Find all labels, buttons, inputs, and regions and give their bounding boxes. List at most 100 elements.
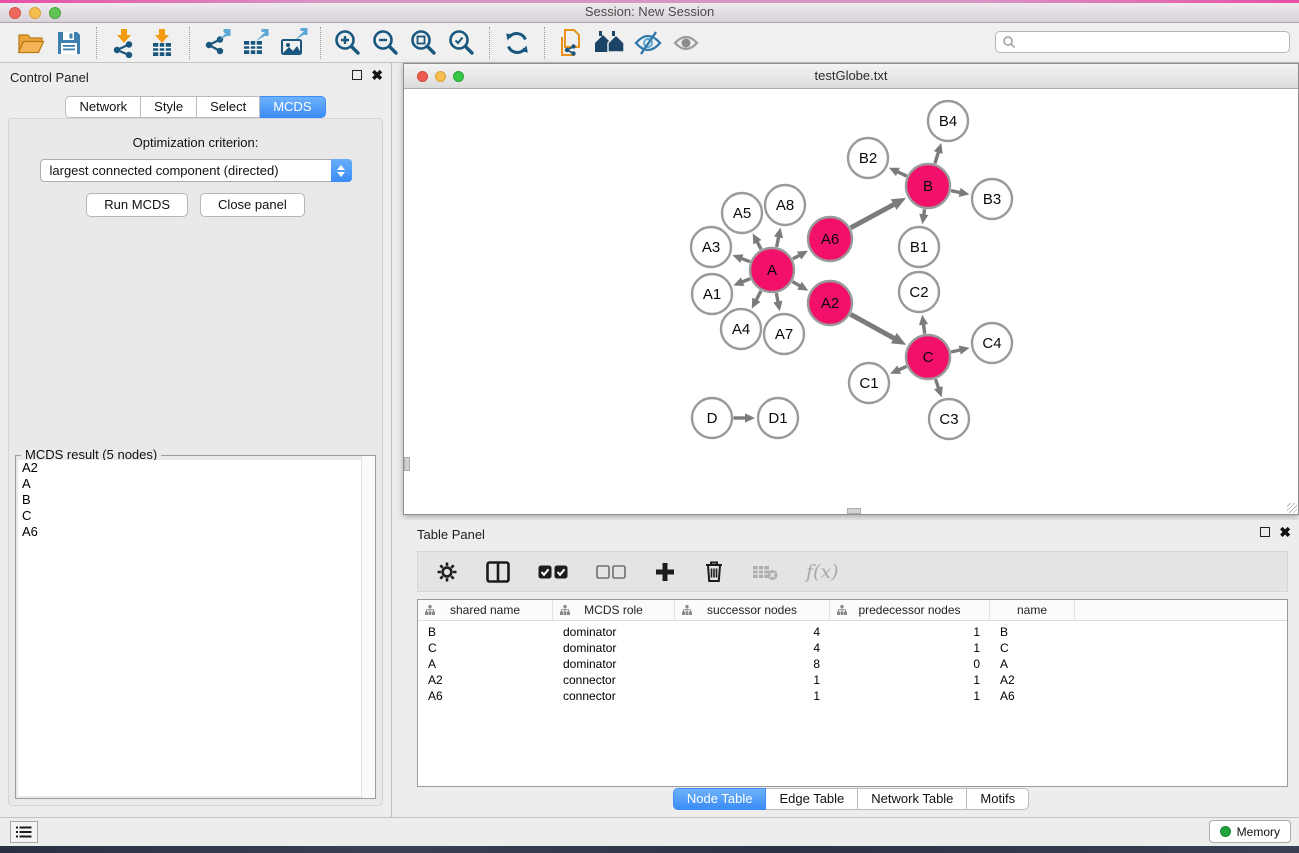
edge-B-B1[interactable] [919,214,928,225]
table-row[interactable]: A2connector11A2 [418,672,1287,688]
network-graph[interactable]: B4 B2 B B3 A5A8A6 A3 B1 A A1 C2 A2 A4A7 C C4 C1 C3 D D1 [404,89,1298,514]
node-C4[interactable]: C4 [972,323,1012,363]
close-panel-icon[interactable]: ✖ [371,70,383,80]
export-table-icon[interactable] [238,27,272,59]
mcds-result-list[interactable]: A2ABCA6 [18,460,373,796]
node-B2[interactable]: B2 [848,138,888,178]
export-network-icon[interactable] [200,27,234,59]
table-row[interactable]: Adominator80A [418,656,1287,672]
edge-C-C4[interactable] [959,346,970,355]
mcds-result-item[interactable]: C [18,508,373,524]
column-header-MCDS-role[interactable]: MCDS role [553,600,675,620]
deselect-all-icon[interactable] [596,564,626,580]
node-table-body[interactable]: Bdominator41BCdominator41CAdominator80AA… [418,621,1287,704]
eye-slash-icon[interactable] [631,27,665,59]
column-header-successor-nodes[interactable]: successor nodes [675,600,830,620]
node-A3[interactable]: A3 [691,227,731,267]
zoom-in-icon[interactable] [331,27,365,59]
node-A2[interactable]: A2 [808,281,852,325]
mcds-result-scrollbar[interactable] [361,456,375,798]
node-A1[interactable]: A1 [692,274,732,314]
import-network-icon[interactable] [107,27,141,59]
node-B[interactable]: B [906,164,950,208]
run-mcds-button[interactable]: Run MCDS [86,193,188,217]
node-A7[interactable]: A7 [764,314,804,354]
network-resize-grip[interactable] [1287,503,1297,513]
zoom-selected-icon[interactable] [445,27,479,59]
tab-select[interactable]: Select [197,96,260,118]
node-table-header[interactable]: shared nameMCDS rolesuccessor nodesprede… [418,600,1287,621]
edge-A-A7[interactable] [773,301,782,312]
node-C3[interactable]: C3 [929,399,969,439]
tab-motifs[interactable]: Motifs [967,788,1029,810]
edge-B-B3[interactable] [959,188,970,197]
search-input[interactable] [1016,34,1289,50]
node-table[interactable]: shared nameMCDS rolesuccessor nodesprede… [417,599,1288,787]
node-B4[interactable]: B4 [928,101,968,141]
memory-button[interactable]: Memory [1209,820,1291,843]
open-session-icon[interactable] [14,27,48,59]
criterion-dropdown[interactable]: largest connected component (directed) [40,159,352,182]
mcds-result-item[interactable]: B [18,492,373,508]
split-column-icon[interactable] [486,561,510,583]
import-table-icon[interactable] [145,27,179,59]
node-B1[interactable]: B1 [899,227,939,267]
column-header-name[interactable]: name [990,600,1075,620]
search-box[interactable] [995,31,1290,53]
refresh-layout-icon[interactable] [500,27,534,59]
table-row[interactable]: Cdominator41C [418,640,1287,656]
export-image-icon[interactable] [276,27,310,59]
mcds-result-item[interactable]: A2 [18,460,373,476]
node-C1[interactable]: C1 [849,363,889,403]
node-C2[interactable]: C2 [899,272,939,312]
node-C[interactable]: C [906,335,950,379]
network-window-titlebar[interactable]: testGlobe.txt [404,64,1298,89]
tab-network[interactable]: Network [65,96,141,118]
close-panel-button[interactable]: Close panel [200,193,305,217]
network-canvas[interactable]: B4 B2 B B3 A5A8A6 A3 B1 A A1 C2 A2 A4A7 C C4 C1 C3 D D1 [404,89,1298,514]
edge-B-B4[interactable] [934,143,943,154]
task-history-button[interactable] [10,821,38,843]
node-A5[interactable]: A5 [722,193,762,233]
column-header-predecessor-nodes[interactable]: predecessor nodes [830,600,990,620]
node-D1[interactable]: D1 [758,398,798,438]
tab-edge-table[interactable]: Edge Table [766,788,858,810]
delete-column-icon[interactable] [704,560,724,583]
copy-network-icon[interactable] [555,27,589,59]
network-horizontal-scroll-thumb[interactable] [847,508,861,514]
tab-node-table[interactable]: Node Table [673,788,767,810]
tab-network-table[interactable]: Network Table [858,788,967,810]
node-A[interactable]: A [750,248,794,292]
delete-table-icon[interactable] [752,563,778,581]
close-table-panel-icon[interactable]: ✖ [1279,527,1291,537]
node-B3[interactable]: B3 [972,179,1012,219]
eye-icon[interactable] [669,27,703,59]
table-row[interactable]: A6connector11A6 [418,688,1287,704]
add-column-icon[interactable] [654,561,676,583]
select-all-icon[interactable] [538,564,568,580]
edge-C-C2[interactable] [919,315,928,326]
network-vertical-scroll-thumb[interactable] [404,457,410,471]
tab-style[interactable]: Style [141,96,197,118]
function-builder-icon[interactable]: f(x) [806,561,839,583]
edge-A-A8[interactable] [774,228,783,239]
column-header-shared-name[interactable]: shared name [418,600,553,620]
mcds-result-item[interactable]: A6 [18,524,373,540]
node-D[interactable]: D [692,398,732,438]
tab-mcds[interactable]: MCDS [260,96,325,118]
table-row[interactable]: Bdominator41B [418,624,1287,640]
node-A8[interactable]: A8 [765,185,805,225]
node-A6[interactable]: A6 [808,217,852,261]
edge-A-A3[interactable] [733,254,744,263]
zoom-fit-icon[interactable] [407,27,441,59]
node-A4[interactable]: A4 [721,309,761,349]
houses-icon[interactable] [593,27,627,59]
zoom-out-icon[interactable] [369,27,403,59]
save-session-icon[interactable] [52,27,86,59]
mcds-result-item[interactable]: A [18,476,373,492]
edge-D-D1[interactable] [745,413,755,422]
gear-icon[interactable] [436,561,458,583]
float-table-panel-icon[interactable] [1260,527,1270,537]
float-panel-icon[interactable] [352,70,362,80]
edge-C-C3[interactable] [934,386,943,397]
